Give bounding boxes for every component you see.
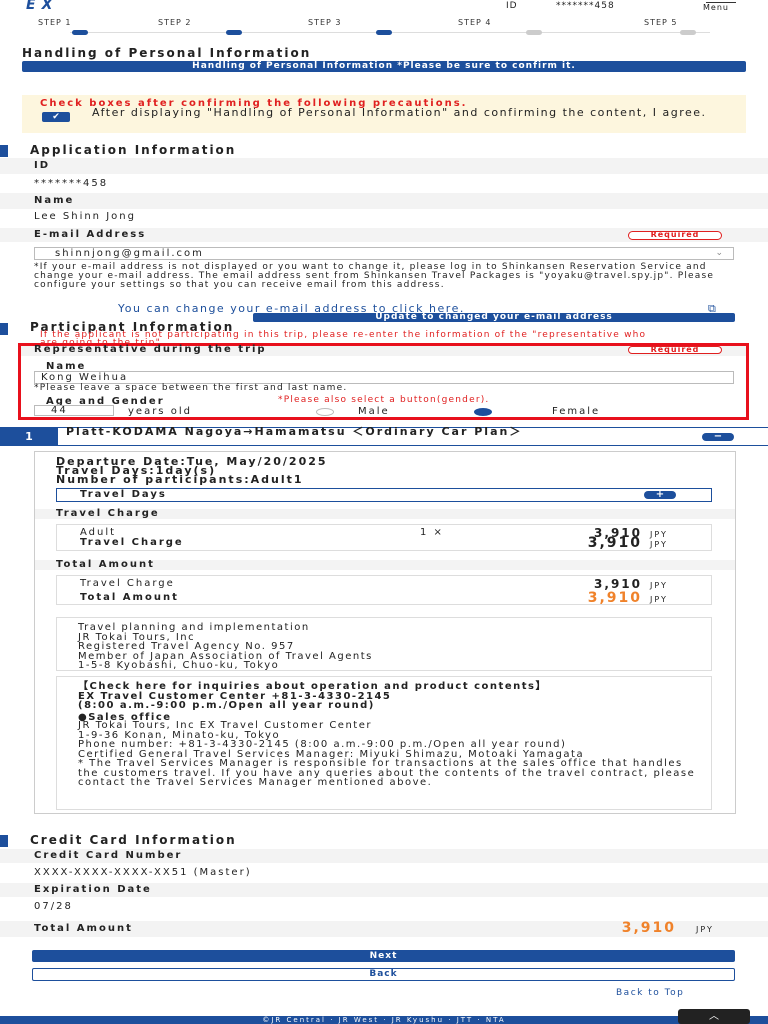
email-note: *If your e-mail address is not displayed… bbox=[34, 262, 715, 290]
credit-total-currency: JPY bbox=[696, 925, 714, 934]
footer-copyright: ©JR Central · JR West · JR Kyushu · JTT … bbox=[0, 1016, 768, 1024]
email-select[interactable]: shinnjong@gmail.com ⌄ bbox=[34, 247, 734, 260]
card-number-value: XXXX-XXXX-XXXX-XX51 (Master) bbox=[34, 867, 252, 878]
header-id-label: ID bbox=[506, 1, 518, 11]
step-1-label: STEP 1 bbox=[38, 18, 72, 27]
representative-required-badge: Required bbox=[628, 346, 722, 354]
menu-label[interactable]: Menu bbox=[703, 3, 729, 12]
total-charge-price: 3,910 bbox=[594, 577, 642, 591]
next-button[interactable]: Next bbox=[32, 950, 735, 962]
back-button[interactable]: Back bbox=[32, 968, 735, 981]
application-info-title: Application Information bbox=[30, 143, 237, 157]
ex-logo[interactable]: EX bbox=[26, 0, 104, 12]
sales-office-info: JR Tokai Tours, Inc EX Travel Customer C… bbox=[78, 720, 696, 788]
name-label: Name bbox=[34, 195, 75, 206]
step-1-dot bbox=[72, 30, 88, 35]
adult-price-currency: JPY bbox=[650, 530, 668, 539]
step-2-dot bbox=[226, 30, 242, 35]
rep-name-note: *Please leave a space between the first … bbox=[34, 383, 348, 393]
minus-icon: − bbox=[713, 431, 723, 442]
agree-text: After displaying "Handling of Personal I… bbox=[92, 106, 707, 119]
email-label: E-mail Address bbox=[34, 229, 147, 240]
travel-charge-section: Travel Charge bbox=[56, 508, 160, 519]
step-3-dot bbox=[376, 30, 392, 35]
travel-charge-price: 3,910 bbox=[587, 535, 642, 551]
travel-charge-label: Travel Charge bbox=[80, 537, 184, 548]
expand-travel-days-button[interactable]: + bbox=[644, 489, 676, 500]
personal-info-title: Handling of Personal Information bbox=[22, 46, 312, 60]
name-label-band bbox=[0, 193, 768, 209]
plus-icon: + bbox=[655, 489, 665, 500]
travel-planning-info: Travel planning and implementation JR To… bbox=[78, 622, 373, 671]
adult-qty: 1 × bbox=[420, 527, 444, 538]
step-4-label: STEP 4 bbox=[458, 18, 492, 27]
collapse-trip-button[interactable]: − bbox=[702, 431, 734, 442]
agree-checkbox[interactable]: ✔ bbox=[42, 112, 70, 122]
travel-days-toggle-label: Travel Days bbox=[80, 489, 167, 500]
total-amount-label: Total Amount bbox=[80, 592, 179, 603]
expiration-value: 07/28 bbox=[34, 901, 73, 912]
section-marker bbox=[0, 323, 8, 335]
card-number-label: Credit Card Number bbox=[34, 850, 183, 861]
participants-count: Number of participants:Adult1 bbox=[56, 473, 304, 486]
male-radio[interactable] bbox=[316, 408, 334, 416]
name-value: Lee Shinn Jong bbox=[34, 211, 136, 222]
total-amount-price: 3,910 bbox=[587, 590, 642, 606]
total-amount-section: Total Amount bbox=[56, 559, 155, 570]
update-email-button[interactable]: Update to changed your e-mail address bbox=[253, 313, 735, 322]
travel-charge-currency: JPY bbox=[650, 540, 668, 549]
id-value: *******458 bbox=[34, 178, 109, 189]
chevron-down-icon: ⌄ bbox=[715, 248, 725, 258]
age-input[interactable]: 44 bbox=[34, 405, 114, 416]
scroll-top-button[interactable]: ︿ bbox=[678, 1009, 750, 1024]
step-5-dot bbox=[680, 30, 696, 35]
section-marker bbox=[0, 835, 8, 847]
total-charge-label: Travel Charge bbox=[80, 578, 175, 589]
chevron-up-icon: ︿ bbox=[709, 1011, 719, 1022]
credit-total-value: 3,910 bbox=[621, 920, 676, 936]
gender-warning: *Please also select a button(gender). bbox=[278, 395, 490, 405]
step-2-label: STEP 2 bbox=[158, 18, 192, 27]
total-amount-currency: JPY bbox=[650, 595, 668, 604]
header-bar bbox=[0, 0, 768, 14]
credit-total-label: Total Amount bbox=[34, 923, 133, 934]
total-charge-currency: JPY bbox=[650, 581, 668, 590]
representative-label: Representative during the trip bbox=[34, 344, 267, 355]
male-label[interactable]: Male bbox=[358, 406, 390, 417]
female-radio[interactable] bbox=[474, 408, 492, 416]
email-required-badge: Required bbox=[628, 231, 722, 240]
section-marker bbox=[0, 145, 8, 157]
credit-card-title: Credit Card Information bbox=[30, 833, 237, 847]
trip-title: Platt-KODAMA Nagoya→Hamamatsu ＜Ordinary … bbox=[66, 425, 523, 438]
back-to-top-link[interactable]: Back to Top bbox=[616, 988, 684, 998]
step-4-dot bbox=[526, 30, 542, 35]
personal-info-button[interactable]: Handling of Personal Information *Please… bbox=[22, 61, 746, 72]
female-label[interactable]: Female bbox=[552, 406, 600, 417]
step-3-label: STEP 3 bbox=[308, 18, 342, 27]
id-label: ID bbox=[34, 160, 51, 171]
step-5-label: STEP 5 bbox=[644, 18, 678, 27]
id-label-band bbox=[0, 158, 768, 174]
trip-number: 1 bbox=[0, 427, 58, 446]
expiration-label: Expiration Date bbox=[34, 884, 152, 895]
header-id-value: *******458 bbox=[556, 1, 615, 11]
years-old-label: years old bbox=[128, 406, 192, 417]
email-value: shinnjong@gmail.com bbox=[55, 248, 204, 259]
inquiry-info: 【Check here for inquiries about operatio… bbox=[78, 681, 547, 711]
